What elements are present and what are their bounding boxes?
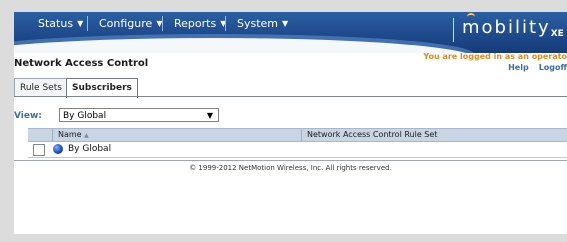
column-header-name-label: Name <box>58 130 82 139</box>
column-header-rule-set[interactable]: Network Access Control Rule Set <box>307 129 437 141</box>
login-status-message: You are logged in as an operato <box>423 52 567 61</box>
chevron-down-icon: ▼ <box>282 19 289 28</box>
header-links: Help Logoff <box>498 63 567 72</box>
top-navigation-bar: Status ▼ Configure ▼ Reports ▼ System ▼ mobi… <box>14 12 567 53</box>
row-name-cell[interactable]: By Global <box>68 142 111 157</box>
menu-system[interactable]: System ▼ <box>237 17 288 30</box>
menu-separator <box>162 16 163 31</box>
menu-reports[interactable]: Reports ▼ <box>174 17 226 30</box>
menu-reports-label: Reports <box>174 17 217 30</box>
app-window: Status ▼ Configure ▼ Reports ▼ System ▼ mobi… <box>14 12 567 234</box>
menu-separator <box>87 16 88 31</box>
view-selected-value: By Global <box>63 111 107 121</box>
row-checkbox[interactable] <box>33 144 45 156</box>
chevron-down-icon: ▼ <box>77 19 84 28</box>
menu-configure-label: Configure <box>99 17 153 30</box>
mobility-logo: mobilityXE <box>462 13 564 39</box>
logo-suffix: XE <box>550 29 564 39</box>
menu-system-label: System <box>237 17 279 30</box>
table-row[interactable]: By Global <box>28 142 567 158</box>
logo-separator <box>453 18 454 42</box>
tab-divider <box>14 96 567 97</box>
tab-rule-sets[interactable]: Rule Sets <box>14 78 68 97</box>
help-link[interactable]: Help <box>508 63 529 72</box>
view-dropdown[interactable]: By Global ▼ <box>59 108 219 122</box>
menu-separator <box>225 16 226 31</box>
column-separator <box>52 129 53 141</box>
logo-text: mobility <box>462 17 551 38</box>
tab-subscribers[interactable]: Subscribers <box>66 78 138 98</box>
menu-status[interactable]: Status ▼ <box>38 17 83 30</box>
menu-configure[interactable]: Configure ▼ <box>99 17 162 30</box>
table-header: Name ▲ Network Access Control Rule Set <box>28 128 567 142</box>
menu-status-label: Status <box>38 17 74 30</box>
copyright-text: © 1999-2012 NetMotion Wireless, Inc. All… <box>189 164 392 172</box>
column-separator <box>301 129 302 141</box>
view-label: View: <box>14 111 42 121</box>
globe-icon <box>53 144 63 154</box>
signal-icon <box>467 13 475 21</box>
page-title: Network Access Control <box>14 58 149 69</box>
column-header-name[interactable]: Name ▲ <box>58 129 89 141</box>
logoff-link[interactable]: Logoff <box>539 63 567 72</box>
sort-ascending-icon: ▲ <box>84 132 89 139</box>
footer-divider <box>14 160 567 161</box>
dropdown-arrow-icon: ▼ <box>206 111 213 120</box>
